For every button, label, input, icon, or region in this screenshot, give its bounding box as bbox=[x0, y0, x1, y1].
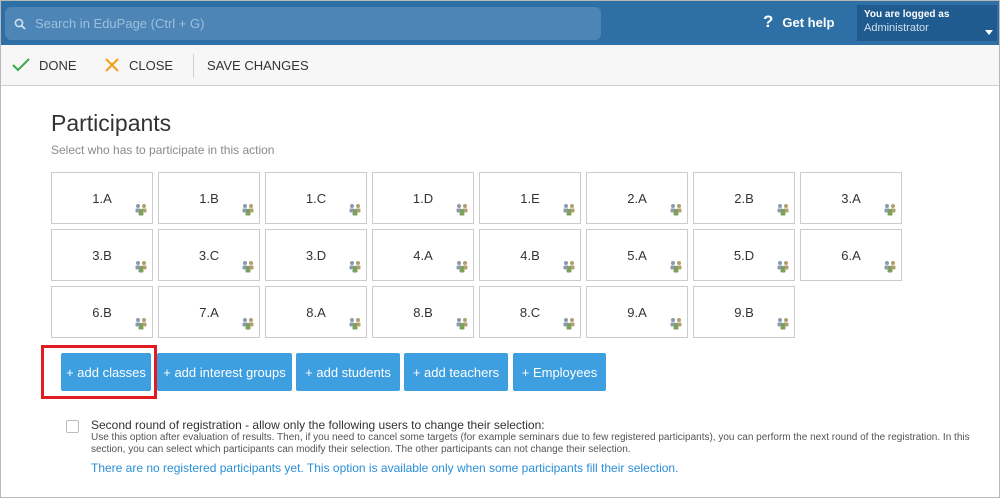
class-tile[interactable]: 3.B bbox=[51, 229, 153, 281]
add-interest-groups-button[interactable]: + add interest groups bbox=[157, 353, 292, 391]
toolbar-divider bbox=[193, 54, 194, 78]
group-icon bbox=[241, 316, 255, 333]
class-tile[interactable]: 5.D bbox=[693, 229, 795, 281]
class-tile[interactable]: 9.B bbox=[693, 286, 795, 338]
question-icon: ? bbox=[763, 12, 774, 31]
save-changes-label: SAVE CHANGES bbox=[207, 57, 309, 73]
group-icon bbox=[883, 259, 897, 276]
done-label: DONE bbox=[39, 57, 77, 73]
class-tile[interactable]: 9.A bbox=[586, 286, 688, 338]
checkmark-icon bbox=[12, 58, 30, 72]
class-tile[interactable]: 8.A bbox=[265, 286, 367, 338]
second-round-info: There are no registered participants yet… bbox=[91, 461, 679, 475]
toolbar: DONE CLOSE SAVE CHANGES bbox=[0, 45, 1000, 86]
class-tile[interactable]: 5.A bbox=[586, 229, 688, 281]
group-icon bbox=[134, 259, 148, 276]
class-tile[interactable]: 3.A bbox=[800, 172, 902, 224]
search-box[interactable] bbox=[5, 7, 601, 40]
group-icon bbox=[455, 259, 469, 276]
class-tile[interactable]: 1.C bbox=[265, 172, 367, 224]
done-button[interactable]: DONE bbox=[12, 45, 77, 86]
group-icon bbox=[562, 316, 576, 333]
class-tile[interactable]: 3.D bbox=[265, 229, 367, 281]
save-changes-button[interactable]: SAVE CHANGES bbox=[207, 45, 309, 86]
group-icon bbox=[776, 259, 790, 276]
class-grid: 1.A 1.B 1.C 1.D 1.E 2.A 2.B 3.A 3.B 3.C 3.D 4.A 4.B 5… bbox=[51, 172, 906, 338]
user-label: You are logged as bbox=[864, 9, 950, 20]
group-icon bbox=[455, 316, 469, 333]
class-tile[interactable]: 7.A bbox=[158, 286, 260, 338]
group-icon bbox=[669, 202, 683, 219]
class-tile[interactable]: 8.C bbox=[479, 286, 581, 338]
class-tile[interactable]: 4.B bbox=[479, 229, 581, 281]
page-title: Participants bbox=[51, 110, 172, 136]
add-teachers-button[interactable]: + add teachers bbox=[404, 353, 508, 391]
page-subtitle: Select who has to participate in this ac… bbox=[51, 143, 275, 157]
group-icon bbox=[348, 259, 362, 276]
class-tile[interactable]: 2.A bbox=[586, 172, 688, 224]
class-tile[interactable]: 1.A bbox=[51, 172, 153, 224]
get-help-button[interactable]: ? Get help bbox=[763, 10, 834, 34]
group-icon bbox=[241, 259, 255, 276]
group-icon bbox=[348, 202, 362, 219]
user-role: Administrator bbox=[864, 22, 929, 34]
caret-down-icon bbox=[985, 30, 993, 35]
group-icon bbox=[134, 316, 148, 333]
class-tile[interactable]: 2.B bbox=[693, 172, 795, 224]
group-icon bbox=[241, 202, 255, 219]
class-tile[interactable]: 3.C bbox=[158, 229, 260, 281]
close-label: CLOSE bbox=[129, 57, 174, 73]
get-help-label: Get help bbox=[782, 14, 835, 30]
class-tile[interactable]: 1.E bbox=[479, 172, 581, 224]
group-icon bbox=[669, 259, 683, 276]
add-students-button[interactable]: + add students bbox=[296, 353, 400, 391]
class-tile[interactable]: 6.A bbox=[800, 229, 902, 281]
group-icon bbox=[455, 202, 469, 219]
second-round-description: Use this option after evaluation of resu… bbox=[91, 432, 970, 455]
class-tile[interactable]: 6.B bbox=[51, 286, 153, 338]
search-input[interactable] bbox=[35, 8, 575, 39]
group-icon bbox=[562, 202, 576, 219]
close-button[interactable]: CLOSE bbox=[104, 45, 173, 86]
top-bar: ? Get help You are logged as Administrat… bbox=[0, 0, 1000, 45]
second-round-checkbox[interactable] bbox=[66, 420, 79, 433]
group-icon bbox=[562, 259, 576, 276]
class-tile[interactable]: 4.A bbox=[372, 229, 474, 281]
class-tile[interactable]: 1.D bbox=[372, 172, 474, 224]
group-icon bbox=[776, 202, 790, 219]
employees-button[interactable]: + Employees bbox=[513, 353, 606, 391]
group-icon bbox=[883, 202, 897, 219]
second-round-title: Second round of registration - allow onl… bbox=[91, 418, 545, 432]
group-icon bbox=[776, 316, 790, 333]
add-classes-button[interactable]: + add classes bbox=[61, 353, 151, 391]
class-tile[interactable]: 1.B bbox=[158, 172, 260, 224]
user-menu[interactable]: You are logged as Administrator bbox=[857, 5, 997, 41]
close-icon bbox=[104, 57, 120, 73]
group-icon bbox=[669, 316, 683, 333]
group-icon bbox=[134, 202, 148, 219]
search-icon bbox=[5, 18, 35, 30]
class-tile[interactable]: 8.B bbox=[372, 286, 474, 338]
group-icon bbox=[348, 316, 362, 333]
